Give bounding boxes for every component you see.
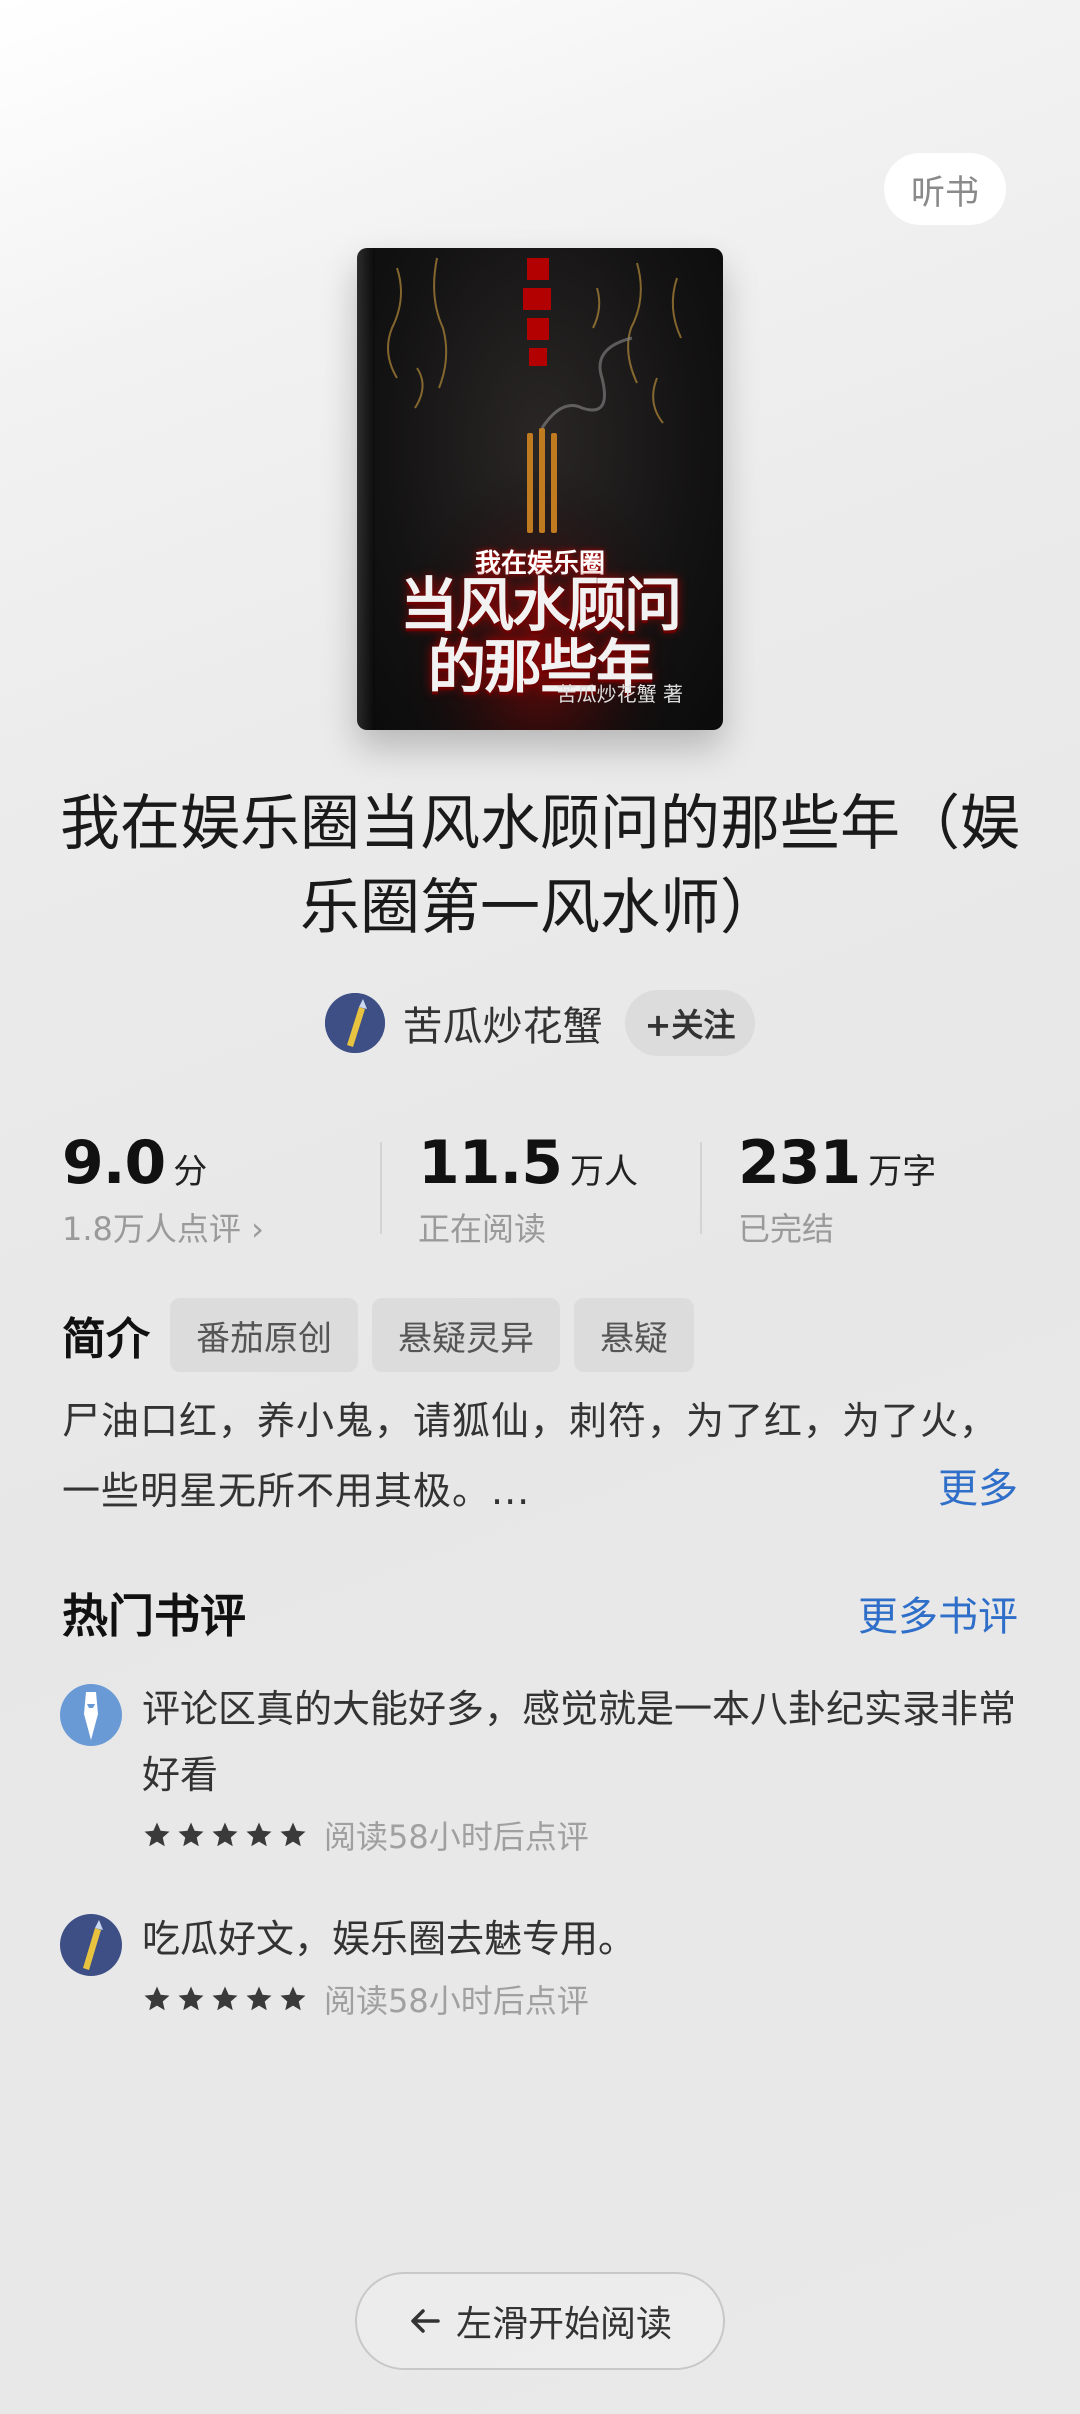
cover-author-text: 苦瓜炒花蟹 著 [556,682,683,706]
star-icon [280,1986,306,2011]
tag-chip[interactable]: 番茄原创 [170,1298,358,1372]
star-icon [212,1986,238,2011]
more-reviews-link[interactable]: 更多书评 [858,1584,1018,1642]
rating-stat[interactable]: 9.0 分 1.8万人点评 › [62,1128,264,1250]
review-meta: 阅读58小时后点评 [324,1982,589,2020]
reviewer-avatar[interactable] [60,1684,122,1746]
review-rating-stars [142,1984,308,2014]
start-reading-button[interactable]: 左滑开始阅读 [355,2272,725,2370]
review-text: 评论区真的大能好多，感觉就是一本八卦纪实录非常好看 [142,1687,1017,1797]
follow-button[interactable]: +关注 [624,990,756,1056]
synopsis-text[interactable]: 尸油口红，养小鬼，请狐仙，刺符，为了红，为了火，一些明星无所不用其极。... [62,1386,1022,1526]
synopsis-more-link[interactable]: 更多 [938,1456,1018,1514]
tag-chip[interactable]: 悬疑灵异 [372,1298,560,1372]
book-title: 我在娱乐圈当风水顾问的那些年（娱乐圈第一风水师） [60,789,1020,943]
author-avatar[interactable] [324,993,385,1053]
readers-value: 11.5 [418,1128,563,1198]
review-text: 吃瓜好文，娱乐圈去魅专用。 [142,1917,637,1961]
word-count-value: 231 [738,1128,861,1198]
star-icon [246,1986,272,2011]
star-icon [246,1822,272,1847]
stats-divider [380,1142,382,1234]
start-reading-label: 左滑开始阅读 [455,2304,672,2345]
book-stats: 9.0 分 1.8万人点评 › 11.5 万人 正在阅读 231 万字 已完结 [0,1128,1080,1248]
listen-book-button[interactable]: 听书 [884,153,1006,225]
star-icon [178,1822,204,1847]
hot-reviews-header: 热门书评 更多书评 [62,1580,1018,1646]
author-name[interactable]: 苦瓜炒花蟹 [403,994,603,1052]
rating-count-link[interactable]: 1.8万人点评 › [62,1204,264,1250]
review-rating-stars [142,1820,308,1850]
arrow-left-icon [411,2309,440,2333]
book-cover[interactable]: 我在娱乐圈 当风水顾问 的那些年 苦瓜炒花蟹 著 [357,248,723,730]
readers-label: 正在阅读 [418,1210,547,1248]
rating-unit: 分 [173,1152,208,1192]
stats-divider [700,1142,702,1234]
star-icon [280,1822,306,1847]
star-icon [212,1822,238,1847]
word-count-stat: 231 万字 已完结 [738,1128,936,1250]
star-icon [178,1986,204,2011]
star-icon [144,1986,170,2011]
review-item[interactable]: 评论区真的大能好多，感觉就是一本八卦纪实录非常好看 阅读58小时后点评 [60,1676,1020,1858]
star-icon [144,1822,170,1847]
readers-stat: 11.5 万人 正在阅读 [418,1128,638,1250]
tag-chip[interactable]: 悬疑 [574,1298,694,1372]
review-item[interactable]: 吃瓜好文，娱乐圈去魅专用。 阅读58小时后点评 [60,1906,1020,2022]
intro-header: 简介 番茄原创 悬疑灵异 悬疑 [62,1298,694,1372]
readers-unit: 万人 [570,1152,639,1192]
word-count-unit: 万字 [868,1152,937,1192]
hot-reviews-title: 热门书评 [62,1589,246,1643]
author-row: 苦瓜炒花蟹 +关注 [0,990,1080,1056]
intro-label: 简介 [62,1314,150,1365]
reviewer-avatar[interactable] [60,1914,122,1976]
rating-value: 9.0 [62,1128,166,1198]
completion-status: 已完结 [738,1210,835,1248]
review-meta: 阅读58小时后点评 [324,1818,589,1856]
